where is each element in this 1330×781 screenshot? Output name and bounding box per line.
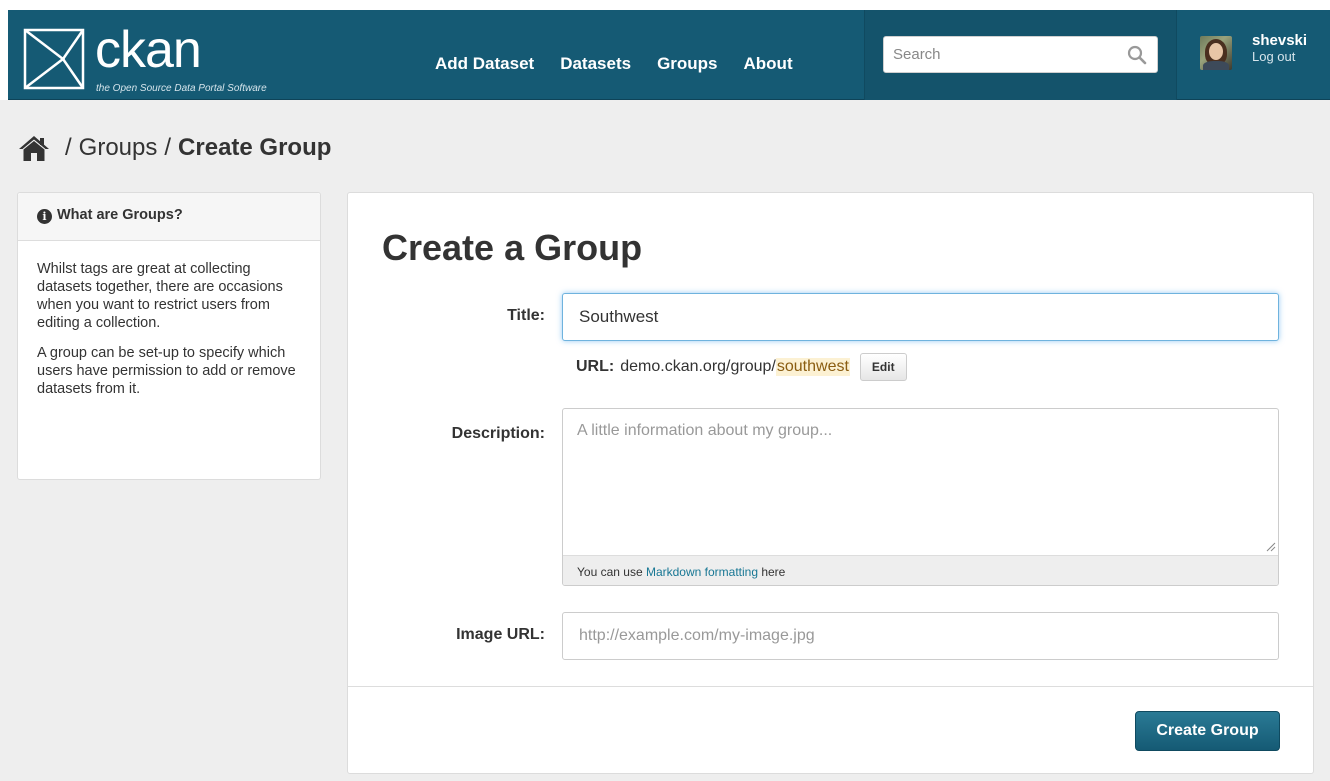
logout-link[interactable]: Log out — [1252, 49, 1295, 64]
logo-wordmark: ckan — [95, 21, 202, 79]
markdown-hint-prefix: You can use — [577, 565, 646, 579]
edit-url-button[interactable]: Edit — [859, 353, 907, 381]
description-label: Description: — [451, 425, 545, 442]
nav-about[interactable]: About — [744, 54, 793, 74]
title-input[interactable] — [563, 294, 1278, 340]
markdown-link[interactable]: Markdown formatting — [646, 565, 758, 579]
info-icon: i — [37, 209, 52, 224]
image-url-field — [562, 612, 1279, 660]
nav-add-dataset[interactable]: Add Dataset — [435, 54, 534, 74]
create-group-button[interactable]: Create Group — [1135, 711, 1280, 751]
markdown-hint: You can use Markdown formatting here — [563, 555, 1278, 585]
url-base: demo.ckan.org/group/ — [620, 358, 776, 375]
breadcrumb-separator: / — [164, 134, 172, 161]
create-group-form: Create a Group Title: URL: demo.ckan.org… — [347, 192, 1314, 774]
description-textarea[interactable] — [563, 409, 1278, 555]
breadcrumb-current: Create Group — [178, 134, 332, 161]
main-nav: Add Dataset Datasets Groups About — [435, 54, 819, 74]
sidebar-paragraph: A group can be set-up to specify which u… — [37, 345, 296, 397]
sidebar-paragraph: Whilst tags are great at collecting data… — [37, 261, 283, 331]
image-url-input[interactable] — [563, 613, 1278, 659]
search-box — [883, 36, 1158, 73]
breadcrumb-groups[interactable]: Groups — [79, 134, 158, 162]
site-header: ckan the Open Source Data Portal Softwar… — [0, 0, 1330, 100]
nav-groups[interactable]: Groups — [657, 54, 717, 74]
breadcrumb-separator: / — [65, 134, 72, 161]
resize-grip-icon[interactable] — [1266, 542, 1276, 552]
avatar[interactable] — [1200, 36, 1232, 70]
search-icon[interactable] — [1127, 45, 1147, 65]
url-preview: URL: demo.ckan.org/group/southwest Edit — [576, 353, 907, 381]
title-field — [562, 293, 1279, 341]
search-area — [864, 10, 1177, 100]
url-slug: southwest — [775, 358, 850, 376]
image-url-label: Image URL: — [456, 626, 545, 643]
description-field: You can use Markdown formatting here — [562, 408, 1279, 586]
url-label: URL: — [576, 358, 615, 375]
search-input[interactable] — [884, 37, 1104, 72]
sidebar-title: What are Groups? — [57, 207, 183, 223]
markdown-hint-suffix: here — [758, 565, 786, 579]
username[interactable]: shevski — [1252, 32, 1307, 49]
nav-datasets[interactable]: Datasets — [560, 54, 631, 74]
logo-tagline: the Open Source Data Portal Software — [96, 83, 267, 94]
home-icon[interactable] — [18, 134, 50, 162]
breadcrumb: / Groups / Create Group — [18, 134, 331, 162]
groups-info-sidebar: i What are Groups? Whilst tags are great… — [17, 192, 321, 480]
ckan-logo-icon — [23, 28, 85, 90]
sidebar-header: i What are Groups? — [18, 193, 320, 241]
title-label: Title: — [507, 307, 545, 324]
sidebar-body: Whilst tags are great at collecting data… — [18, 241, 320, 398]
page-title: Create a Group — [382, 227, 643, 268]
form-actions: Create Group — [348, 686, 1313, 773]
